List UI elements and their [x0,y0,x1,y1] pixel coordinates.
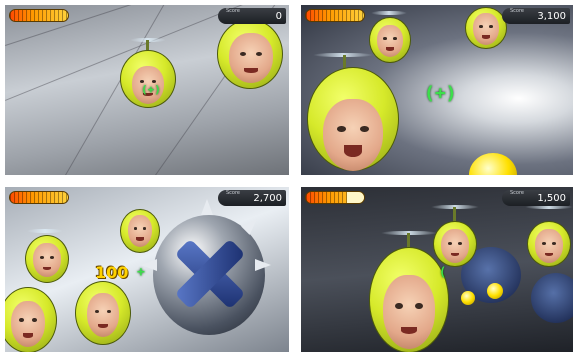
face [383,275,435,349]
spike-icon [201,199,213,215]
yellow-orb[interactable] [469,153,517,175]
face [377,25,403,57]
score-value: 0 [275,11,282,22]
score-label: Score [226,190,241,196]
health-bar [305,191,365,204]
flying-head-enemy[interactable] [118,205,162,255]
face [473,13,499,45]
score-value: 1,500 [537,193,566,204]
score-label: Score [510,190,525,196]
score-label: Score [226,8,241,14]
face [323,99,383,171]
game-screenshot-1: (+) Score 0 [5,5,289,175]
flying-head-enemy[interactable] [525,199,573,269]
score-label: Score [510,8,525,14]
face [87,293,119,337]
flying-head-enemy[interactable] [73,279,133,349]
face [128,215,152,247]
game-screenshot-3: 100 + Score 2,700 [5,187,289,352]
points-popup: 100 [95,263,129,282]
face [535,229,563,263]
rotor-icon [371,11,407,15]
crosshair-icon: (+) [141,83,161,96]
score-value: 2,700 [253,193,282,204]
yellow-orb[interactable] [487,283,503,299]
score-display: Score 3,100 [502,8,570,24]
flying-head-enemy[interactable] [5,285,59,352]
health-bar [305,9,365,22]
game-screenshot-2: (+) Score 3,100 [301,5,573,175]
face [11,301,45,347]
health-bar [9,9,69,22]
score-value: 3,100 [537,11,566,22]
rotor-mast [453,207,456,221]
health-bar [9,191,69,204]
face [33,243,61,277]
score-display: Score 0 [218,8,286,24]
crosshair-icon: ( [439,265,447,279]
yellow-orb[interactable] [461,291,475,305]
score-display: Score 2,700 [218,190,286,206]
rotor-icon [27,229,63,233]
crosshair-icon: + [137,265,145,280]
game-screenshot-4: ( Score 1,500 [301,187,573,352]
flying-head-enemy[interactable] [367,7,413,67]
spike-icon [255,259,271,271]
rotor-mast [146,40,149,50]
flying-head-enemy[interactable] [23,225,71,285]
face [229,33,273,83]
health-bar-empty [346,192,364,203]
shadow-creature[interactable] [531,273,573,323]
flying-head-enemy[interactable] [118,30,178,115]
crosshair-icon: (+) [424,83,457,104]
score-display: Score 1,500 [502,190,570,206]
flying-head-enemy[interactable] [367,225,451,352]
